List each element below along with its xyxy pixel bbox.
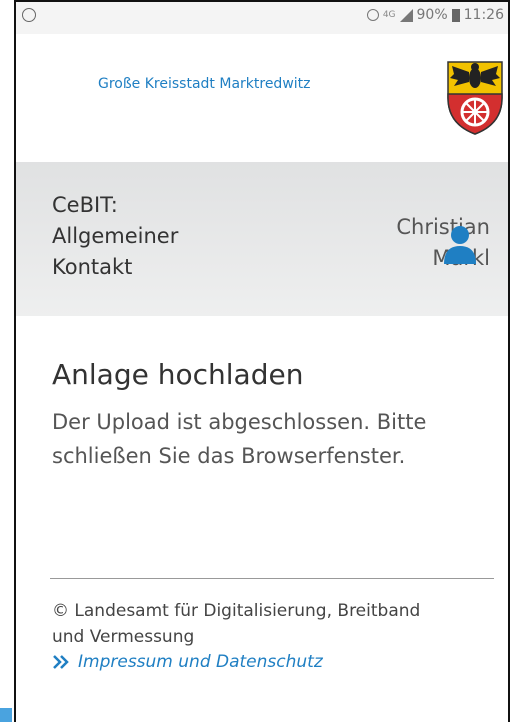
status-indicators: 4G 90% 11:26 xyxy=(366,7,504,23)
coat-of-arms-icon xyxy=(447,61,503,135)
user-icon[interactable] xyxy=(442,224,478,264)
copyright-text: © Landesamt für Digitalisierung, Breitba… xyxy=(52,601,421,647)
footer: © Landesamt für Digitalisierung, Breitba… xyxy=(52,598,492,672)
network-type: 4G xyxy=(382,9,396,20)
upload-status-message: Der Upload ist abgeschlossen. Bitte schl… xyxy=(52,410,427,468)
status-bar: 4G 90% 11:26 xyxy=(16,0,508,34)
notification-icon xyxy=(22,8,36,22)
page-title: Anlage hochladen xyxy=(52,358,304,391)
phone-screen: 4G 90% 11:26 Große Kreisstadt Marktredwi… xyxy=(14,0,510,722)
impressum-row[interactable]: Impressum und Datenschutz xyxy=(52,652,492,672)
contact-title: CeBIT: Allgemeiner Kontakt xyxy=(52,193,179,279)
screen-edge-marker xyxy=(0,708,12,722)
user-bar: CeBIT: Allgemeiner Kontakt Christian Mar… xyxy=(16,162,508,316)
clock: 11:26 xyxy=(463,7,504,23)
footer-divider xyxy=(50,578,494,579)
battery-icon xyxy=(451,8,460,22)
city-home-link[interactable]: Große Kreisstadt Marktredwitz xyxy=(98,76,311,92)
alarm-icon xyxy=(366,9,379,21)
site-header: Große Kreisstadt Marktredwitz xyxy=(16,34,508,162)
impressum-link[interactable]: Impressum und Datenschutz xyxy=(78,652,323,672)
signal-icon xyxy=(399,8,413,22)
battery-percent: 90% xyxy=(416,7,448,23)
main-content: Anlage hochladen Der Upload ist abgeschl… xyxy=(52,316,492,473)
double-chevron-right-icon xyxy=(53,655,69,669)
